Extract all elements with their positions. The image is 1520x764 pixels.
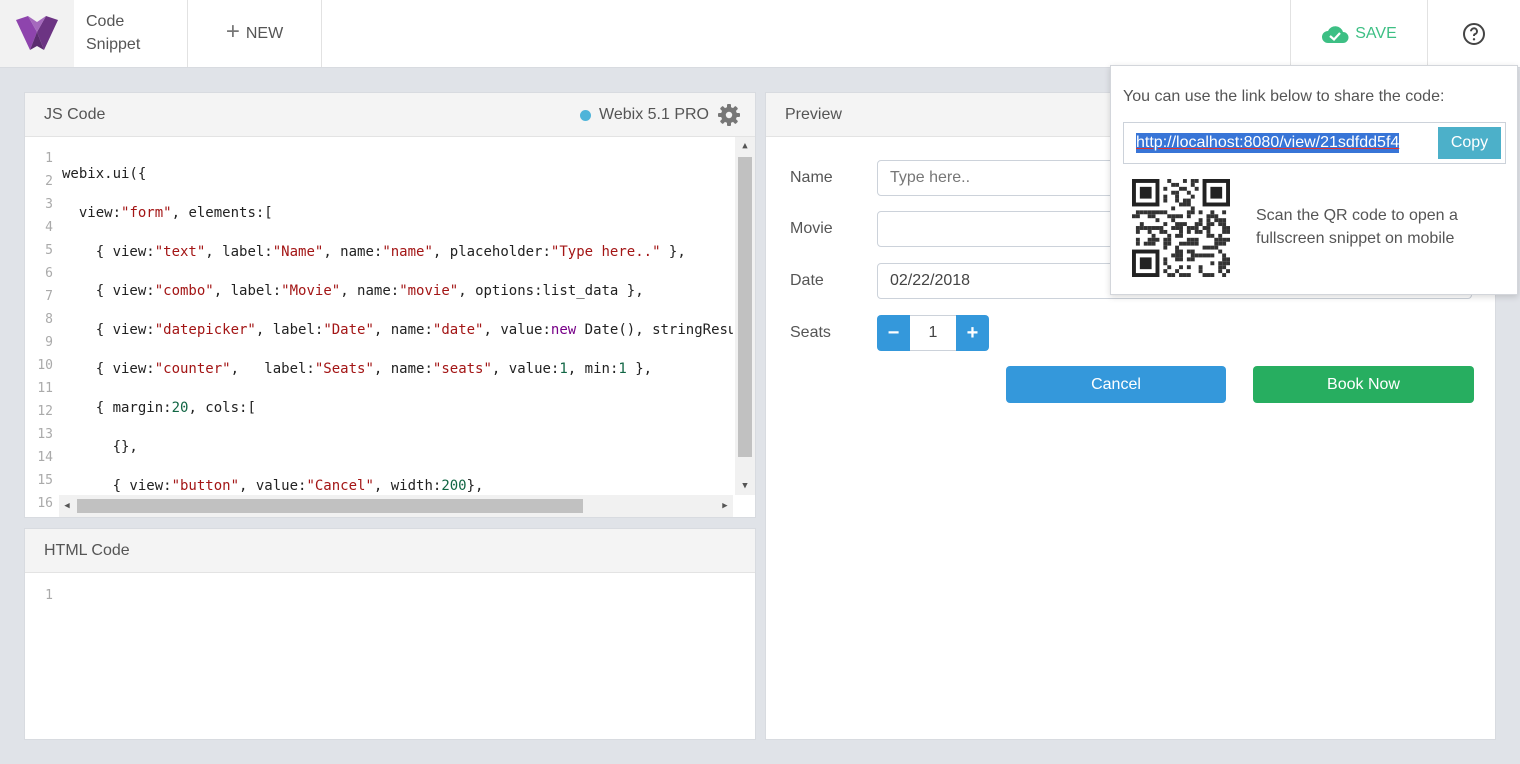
book-now-button[interactable]: Book Now: [1253, 366, 1474, 403]
date-label: Date: [790, 272, 824, 289]
version-label: Webix 5.1 PRO: [599, 106, 709, 123]
line-number: 2: [45, 174, 53, 189]
scroll-left-icon[interactable]: ◀: [59, 495, 75, 517]
scroll-thumb[interactable]: [77, 499, 583, 513]
question-circle-icon: [1463, 22, 1485, 45]
seats-row: Seats − 1 +: [790, 315, 989, 351]
decrement-button[interactable]: −: [877, 315, 910, 351]
line-number: 4: [45, 220, 53, 235]
js-code-header: JS Code Webix 5.1 PRO: [25, 93, 755, 137]
line-number: 7: [45, 289, 53, 304]
plus-icon: +: [225, 18, 240, 45]
version-selector[interactable]: Webix 5.1 PRO: [580, 93, 741, 137]
js-code-title: JS Code: [44, 105, 106, 123]
line-number: 6: [45, 266, 53, 281]
top-bar: Code Snippet + NEW SAVE: [0, 0, 1520, 68]
scroll-down-icon[interactable]: ▼: [735, 477, 755, 495]
js-code-editor[interactable]: 1 2 3 4 5 6 7 8 9 10 11 12 13 14 15 16 webix.ui({ view:…: [25, 137, 755, 517]
qr-code-icon: [1132, 179, 1230, 277]
cloud-check-icon: [1322, 25, 1349, 43]
vertical-scrollbar[interactable]: ▲ ▼: [735, 137, 755, 495]
horizontal-scrollbar[interactable]: ◀ ▶: [59, 495, 733, 517]
webix-logo: [0, 0, 74, 67]
line-number: 12: [37, 404, 53, 419]
line-number: 15: [37, 473, 53, 488]
js-code-panel: JS Code Webix 5.1 PRO 1 2 3 4 5 6 7 8 9 10 11 12 13 1…: [24, 92, 756, 518]
share-link-text[interactable]: http://localhost:8080/view/21sdfdd5f4: [1136, 133, 1400, 153]
line-number: 14: [37, 450, 53, 465]
line-number: 10: [37, 358, 53, 373]
name-label: Name: [790, 169, 833, 186]
app-title: Code Snippet: [86, 10, 140, 56]
seats-label: Seats: [790, 324, 831, 341]
share-link-field[interactable]: http://localhost:8080/view/21sdfdd5f4 Co…: [1123, 122, 1506, 164]
new-button-label: NEW: [245, 24, 284, 42]
line-number: 13: [37, 427, 53, 442]
preview-title: Preview: [785, 105, 842, 123]
html-code-panel: HTML Code 1: [24, 528, 756, 740]
line-number: 1: [45, 151, 53, 166]
help-button[interactable]: [1428, 0, 1520, 67]
cancel-button[interactable]: Cancel: [1006, 366, 1226, 403]
scroll-right-icon[interactable]: ▶: [717, 495, 733, 517]
qr-instructions-line1: Scan the QR code to open a: [1256, 207, 1458, 224]
html-code-header: HTML Code: [25, 529, 755, 573]
scroll-up-icon[interactable]: ▲: [735, 137, 755, 155]
save-button[interactable]: SAVE: [1291, 0, 1427, 67]
line-number-gutter: 1: [25, 584, 59, 739]
line-number: 9: [45, 335, 53, 350]
status-dot-icon: [580, 109, 592, 121]
qr-instructions-line2: fullscreen snippet on mobile: [1256, 230, 1455, 247]
html-code-title: HTML Code: [44, 541, 130, 559]
seats-counter: − 1 +: [877, 315, 989, 351]
line-number: 3: [45, 197, 53, 212]
line-number: 8: [45, 312, 53, 327]
line-number: 1: [45, 588, 53, 603]
scroll-thumb[interactable]: [738, 157, 752, 457]
increment-button[interactable]: +: [956, 315, 989, 351]
gear-icon[interactable]: [717, 103, 741, 127]
copy-button[interactable]: Copy: [1438, 127, 1501, 159]
line-number: 11: [37, 381, 53, 396]
new-button[interactable]: + NEW: [188, 0, 321, 67]
line-number-gutter: 1 2 3 4 5 6 7 8 9 10 11 12 13 14 15 16: [25, 147, 59, 517]
share-popup: You can use the link below to share the …: [1110, 65, 1518, 295]
app-title-line2: Snippet: [86, 36, 141, 53]
movie-label: Movie: [790, 220, 833, 237]
seats-value[interactable]: 1: [910, 315, 956, 351]
app-title-line1: Code: [86, 13, 125, 30]
html-code-editor[interactable]: 1: [25, 573, 755, 739]
js-code-content[interactable]: webix.ui({ view:"form", elements:[ { vie…: [62, 147, 733, 517]
share-message: You can use the link below to share the …: [1123, 88, 1445, 105]
divider: [321, 0, 322, 67]
line-number: 16: [37, 496, 53, 511]
save-button-label: SAVE: [1355, 24, 1397, 42]
qr-instructions: Scan the QR code to open a fullscreen sn…: [1256, 204, 1496, 250]
line-number: 5: [45, 243, 53, 258]
